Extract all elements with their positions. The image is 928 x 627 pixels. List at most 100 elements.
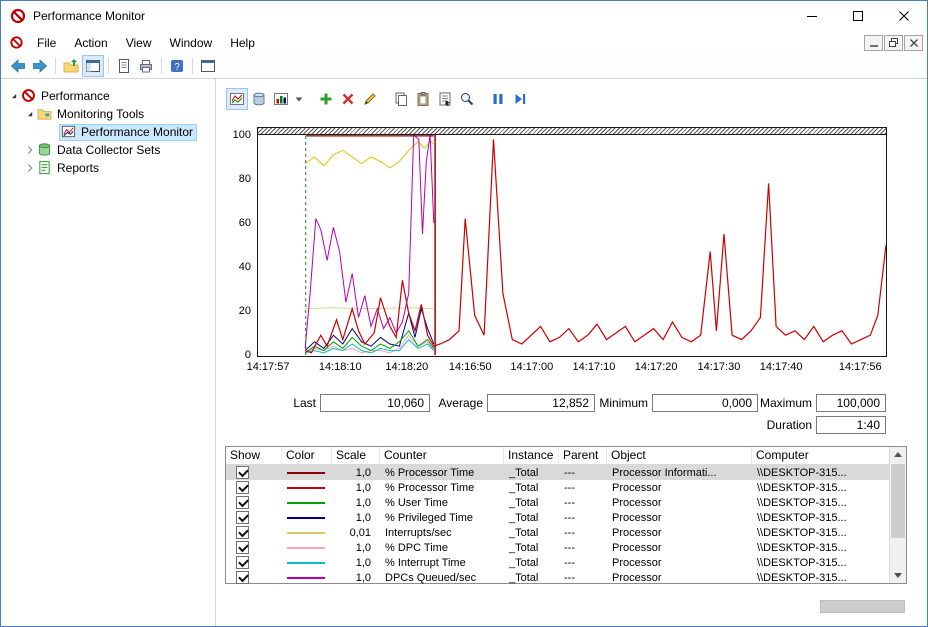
y-axis-label: 40 [216, 261, 251, 273]
close-button[interactable] [881, 1, 927, 31]
menu-view[interactable]: View [117, 33, 161, 53]
cell-computer: \\DESKTOP-315... [752, 497, 891, 509]
tree-item-data-collector-sets[interactable]: Data Collector Sets [1, 141, 215, 159]
column-header-object[interactable]: Object [607, 447, 752, 464]
x-axis-label: 14:16:50 [449, 361, 492, 373]
chevron-expanded-icon[interactable] [23, 107, 37, 121]
x-axis-label: 14:17:57 [247, 361, 290, 373]
zoom-button[interactable] [456, 88, 478, 110]
change-graph-type-button[interactable] [270, 88, 292, 110]
update-data-button[interactable] [509, 88, 531, 110]
cell-instance: _Total [504, 512, 559, 524]
cell-object: Processor [607, 497, 752, 509]
counter-table-header: ShowColorScaleCounterInstanceParentObjec… [226, 447, 891, 465]
column-header-color[interactable]: Color [282, 447, 332, 464]
maximize-button[interactable] [835, 1, 881, 31]
show-checkbox[interactable] [236, 511, 249, 524]
counter-row[interactable]: 1,0DPCs Queued/sec_Total---Processor\\DE… [226, 570, 891, 585]
back-button[interactable] [7, 55, 29, 77]
view-log-data-button[interactable] [248, 88, 270, 110]
stat-maximum-label: Maximum [749, 394, 812, 412]
up-one-level-button[interactable] [60, 55, 82, 77]
new-window-button[interactable] [197, 55, 219, 77]
menu-help[interactable]: Help [221, 33, 264, 53]
counter-row[interactable]: 1,0% DPC Time_Total---Processor\\DESKTOP… [226, 540, 891, 555]
tree-item-reports[interactable]: Reports [1, 159, 215, 177]
menu-file[interactable]: File [28, 33, 65, 53]
chevron-collapsed-icon[interactable] [23, 161, 37, 175]
cell-instance: _Total [504, 557, 559, 569]
highlight-button[interactable] [359, 88, 381, 110]
show-checkbox[interactable] [236, 556, 249, 569]
data-collector-sets-icon [37, 142, 53, 158]
show-checkbox[interactable] [236, 526, 249, 539]
scrollbar-thumb[interactable] [891, 464, 905, 538]
cell-computer: \\DESKTOP-315... [752, 557, 891, 569]
properties-button[interactable] [434, 88, 456, 110]
menu-window[interactable]: Window [161, 33, 222, 53]
freeze-display-button[interactable] [487, 88, 509, 110]
cell-scale: 1,0 [332, 497, 380, 509]
table-horizontal-scrollbar-thumb[interactable] [820, 600, 905, 613]
show-checkbox[interactable] [236, 541, 249, 554]
minimize-button[interactable] [789, 1, 835, 31]
counter-row[interactable]: 1,0% Privileged Time_Total---Processor\\… [226, 510, 891, 525]
column-header-parent[interactable]: Parent [559, 447, 607, 464]
cell-computer: \\DESKTOP-315... [752, 572, 891, 584]
table-vertical-scrollbar[interactable] [889, 447, 906, 583]
copy-properties-button[interactable] [390, 88, 412, 110]
show-console-tree-button[interactable] [82, 55, 104, 77]
counter-table: ShowColorScaleCounterInstanceParentObjec… [225, 446, 907, 584]
help-button[interactable]: ? [166, 55, 188, 77]
performance-monitor-window: Performance Monitor FileActionViewWindow… [0, 0, 928, 627]
view-current-activity-button[interactable] [226, 88, 248, 110]
counter-row[interactable]: 1,0% User Time_Total---Processor\\DESKTO… [226, 495, 891, 510]
stat-duration-value: 1:40 [816, 416, 886, 434]
graph-type-dropdown-arrow[interactable] [292, 88, 306, 110]
tree-item-label: Monitoring Tools [57, 107, 144, 121]
mdi-minimize-button[interactable] [864, 35, 883, 51]
show-checkbox[interactable] [236, 466, 249, 479]
column-header-scale[interactable]: Scale [332, 447, 380, 464]
scroll-up-arrow[interactable] [890, 447, 906, 462]
chevron-expanded-icon[interactable] [7, 89, 21, 103]
delete-counter-button[interactable] [337, 88, 359, 110]
mdi-restore-button[interactable] [884, 35, 903, 51]
tree-item-performance[interactable]: Performance [1, 87, 215, 105]
menu-action[interactable]: Action [65, 33, 116, 53]
tree-item-monitoring-tools[interactable]: Monitoring Tools [1, 105, 215, 123]
cell-instance: _Total [504, 527, 559, 539]
counter-row[interactable]: 1,0% Processor Time_Total---Processor In… [226, 465, 891, 480]
counter-color-swatch [287, 517, 325, 519]
x-axis-label: 14:17:10 [573, 361, 616, 373]
console-tree: Performance Monitoring Tools Performance… [1, 79, 216, 626]
column-header-counter[interactable]: Counter [380, 447, 504, 464]
add-counter-button[interactable] [315, 88, 337, 110]
main-toolbar: ? [1, 54, 927, 79]
counter-row[interactable]: 0,01Interrupts/sec_Total---Processor\\DE… [226, 525, 891, 540]
column-header-computer[interactable]: Computer [752, 447, 891, 464]
cell-instance: _Total [504, 482, 559, 494]
paste-counter-list-button[interactable] [412, 88, 434, 110]
chevron-collapsed-icon[interactable] [23, 143, 37, 157]
cell-counter: % Processor Time [380, 467, 504, 479]
export-list-button[interactable] [113, 55, 135, 77]
toolbar-separator [55, 58, 56, 74]
x-axis-label: 14:17:30 [698, 361, 741, 373]
mdi-close-button[interactable] [904, 35, 923, 51]
cell-parent: --- [559, 557, 607, 569]
show-checkbox[interactable] [236, 571, 249, 584]
cell-object: Processor Informati... [607, 467, 752, 479]
counter-row[interactable]: 1,0% Processor Time_Total---Processor\\D… [226, 480, 891, 495]
scroll-down-arrow[interactable] [890, 568, 906, 583]
cell-computer: \\DESKTOP-315... [752, 512, 891, 524]
print-button[interactable] [135, 55, 157, 77]
column-header-instance[interactable]: Instance [504, 447, 559, 464]
show-checkbox[interactable] [236, 496, 249, 509]
y-axis-label: 80 [216, 173, 251, 185]
tree-item-performance-monitor[interactable]: Performance Monitor [1, 123, 215, 141]
column-header-show[interactable]: Show [226, 447, 282, 464]
counter-row[interactable]: 1,0% Interrupt Time_Total---Processor\\D… [226, 555, 891, 570]
forward-button[interactable] [29, 55, 51, 77]
show-checkbox[interactable] [236, 481, 249, 494]
